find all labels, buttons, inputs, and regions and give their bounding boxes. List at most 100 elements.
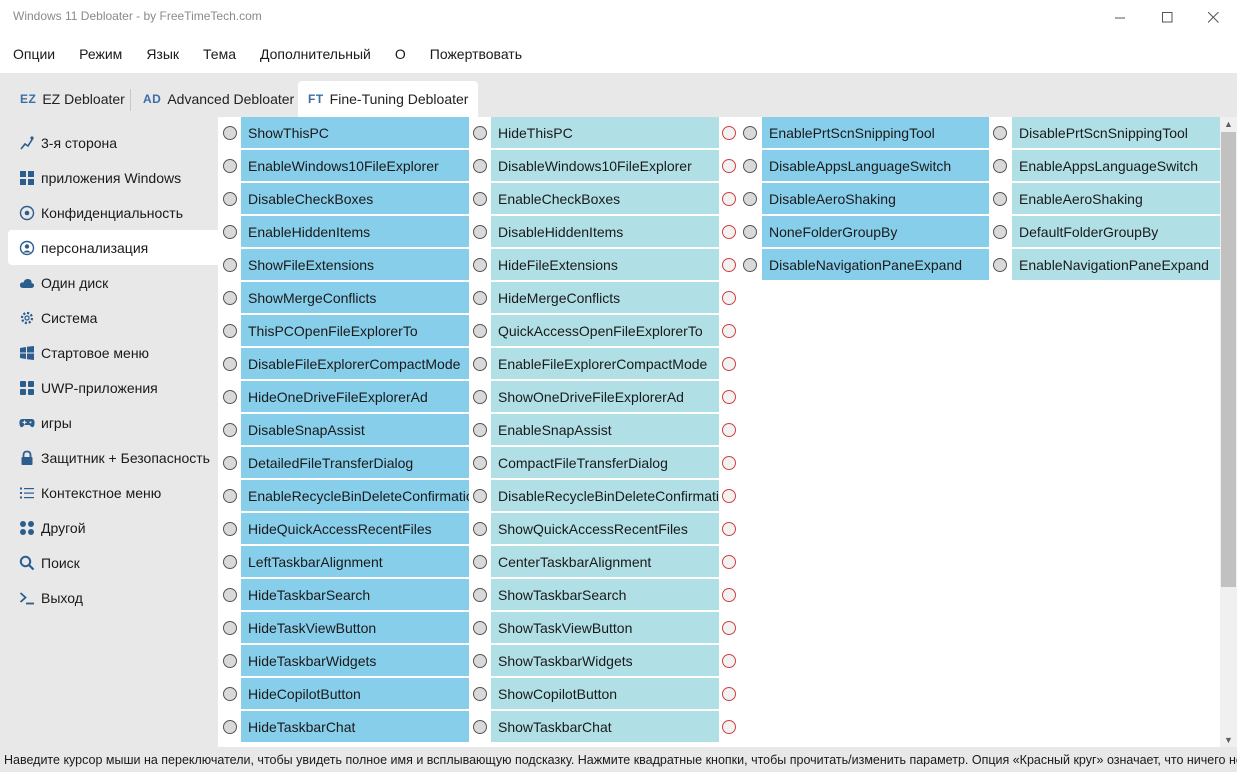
radio-none-selected[interactable] — [722, 654, 736, 668]
sidebar-item-third-party[interactable]: 3-я сторона — [8, 125, 218, 160]
radio-disable[interactable] — [473, 489, 487, 503]
radio-disable[interactable] — [473, 456, 487, 470]
sidebar-item-personalization[interactable]: персонализация — [8, 230, 218, 265]
tweak-button-on[interactable]: HideCopilotButton — [241, 678, 469, 709]
radio-disable[interactable] — [473, 588, 487, 602]
menu-options[interactable]: Опции — [13, 46, 55, 62]
tweak-button-on[interactable]: LeftTaskbarAlignment — [241, 546, 469, 577]
tweak-button-on[interactable]: DisableFileExplorerCompactMode — [241, 348, 469, 379]
tweak-button-off[interactable]: EnableNavigationPaneExpand — [1012, 249, 1220, 280]
tweak-button-off[interactable]: DisableRecycleBinDeleteConfirmation — [491, 480, 719, 511]
tweak-button-on[interactable]: NoneFolderGroupBy — [762, 216, 989, 247]
tweak-button-off[interactable]: ShowCopilotButton — [491, 678, 719, 709]
radio-none-selected[interactable] — [722, 720, 736, 734]
sidebar-item-start-menu[interactable]: Стартовое меню — [8, 335, 218, 370]
radio-disable[interactable] — [993, 225, 1007, 239]
radio-none-selected[interactable] — [722, 588, 736, 602]
tweak-button-off[interactable]: EnableFileExplorerCompactMode — [491, 348, 719, 379]
radio-none-selected[interactable] — [722, 390, 736, 404]
sidebar-item-onedrive[interactable]: Один диск — [8, 265, 218, 300]
tweak-button-off[interactable]: HideMergeConflicts — [491, 282, 719, 313]
tab-advanced-debloater[interactable]: AD Advanced Debloater — [133, 81, 304, 117]
radio-disable[interactable] — [993, 126, 1007, 140]
radio-enable[interactable] — [223, 291, 237, 305]
tweak-button-off[interactable]: ShowTaskViewButton — [491, 612, 719, 643]
maximize-icon[interactable] — [1144, 0, 1190, 34]
radio-enable[interactable] — [223, 489, 237, 503]
radio-disable[interactable] — [993, 258, 1007, 272]
tweak-button-on[interactable]: DisableAppsLanguageSwitch — [762, 150, 989, 181]
tweak-button-on[interactable]: DisableAeroShaking — [762, 183, 989, 214]
radio-enable[interactable] — [743, 126, 757, 140]
radio-none-selected[interactable] — [722, 687, 736, 701]
radio-enable[interactable] — [223, 456, 237, 470]
radio-disable[interactable] — [473, 654, 487, 668]
radio-enable[interactable] — [223, 687, 237, 701]
tweak-button-off[interactable]: ShowTaskbarWidgets — [491, 645, 719, 676]
tweak-button-off[interactable]: ShowTaskbarSearch — [491, 579, 719, 610]
menu-about[interactable]: О — [395, 46, 406, 62]
radio-disable[interactable] — [473, 324, 487, 338]
tweak-button-off[interactable]: EnableAeroShaking — [1012, 183, 1220, 214]
sidebar-item-other[interactable]: Другой — [8, 510, 218, 545]
radio-enable[interactable] — [223, 654, 237, 668]
tweak-button-off[interactable]: CenterTaskbarAlignment — [491, 546, 719, 577]
radio-enable[interactable] — [223, 720, 237, 734]
radio-enable[interactable] — [223, 324, 237, 338]
scroll-down-icon[interactable]: ▼ — [1220, 733, 1237, 747]
tweak-button-off[interactable]: DisablePrtScnSnippingTool — [1012, 117, 1220, 148]
menu-donate[interactable]: Пожертвовать — [430, 46, 522, 62]
tweak-button-off[interactable]: ShowTaskbarChat — [491, 711, 719, 742]
radio-disable[interactable] — [473, 687, 487, 701]
sidebar-item-exit[interactable]: Выход — [8, 580, 218, 615]
sidebar-item-system[interactable]: Система — [8, 300, 218, 335]
close-icon[interactable] — [1190, 0, 1236, 34]
tweak-button-on[interactable]: EnableRecycleBinDeleteConfirmation — [241, 480, 469, 511]
sidebar-item-context-menu[interactable]: Контекстное меню — [8, 475, 218, 510]
sidebar-item-search[interactable]: Поиск — [8, 545, 218, 580]
sidebar-item-defender-security[interactable]: Защитник + Безопасность — [8, 440, 218, 475]
tweak-button-on[interactable]: HideTaskbarChat — [241, 711, 469, 742]
tweak-button-on[interactable]: DisableNavigationPaneExpand — [762, 249, 989, 280]
tweak-button-on[interactable]: DetailedFileTransferDialog — [241, 447, 469, 478]
radio-disable[interactable] — [473, 357, 487, 371]
tweak-button-on[interactable]: ShowMergeConflicts — [241, 282, 469, 313]
minimize-icon[interactable] — [1097, 0, 1143, 34]
radio-enable[interactable] — [223, 621, 237, 635]
sidebar-item-uwp-apps[interactable]: UWP-приложения — [8, 370, 218, 405]
sidebar-item-privacy[interactable]: Конфиденциальность — [8, 195, 218, 230]
tweak-button-off[interactable]: QuickAccessOpenFileExplorerTo — [491, 315, 719, 346]
tweak-button-on[interactable]: HideTaskViewButton — [241, 612, 469, 643]
radio-enable[interactable] — [223, 522, 237, 536]
radio-none-selected[interactable] — [722, 357, 736, 371]
menu-language[interactable]: Язык — [146, 46, 179, 62]
radio-enable[interactable] — [223, 588, 237, 602]
tweak-button-off[interactable]: EnableAppsLanguageSwitch — [1012, 150, 1220, 181]
tweak-button-on[interactable]: ThisPCOpenFileExplorerTo — [241, 315, 469, 346]
radio-none-selected[interactable] — [722, 489, 736, 503]
radio-disable[interactable] — [473, 522, 487, 536]
tab-fine-tuning-debloater[interactable]: FT Fine-Tuning Debloater — [298, 81, 479, 117]
vertical-scrollbar[interactable]: ▲ ▼ — [1220, 117, 1237, 747]
tweak-button-on[interactable]: HideQuickAccessRecentFiles — [241, 513, 469, 544]
sidebar-item-windows-apps[interactable]: приложения Windows — [8, 160, 218, 195]
radio-enable[interactable] — [743, 192, 757, 206]
menu-theme[interactable]: Тема — [203, 46, 236, 62]
radio-enable[interactable] — [223, 357, 237, 371]
tweak-button-off[interactable]: EnableSnapAssist — [491, 414, 719, 445]
radio-disable[interactable] — [473, 555, 487, 569]
tweak-button-off[interactable]: ShowQuickAccessRecentFiles — [491, 513, 719, 544]
menu-additional[interactable]: Дополнительный — [260, 46, 371, 62]
radio-enable[interactable] — [743, 225, 757, 239]
radio-none-selected[interactable] — [722, 456, 736, 470]
radio-enable[interactable] — [223, 555, 237, 569]
tweak-button-off[interactable]: DefaultFolderGroupBy — [1012, 216, 1220, 247]
tweak-button-on[interactable]: HideTaskbarWidgets — [241, 645, 469, 676]
radio-none-selected[interactable] — [722, 621, 736, 635]
sidebar-item-games[interactable]: игры — [8, 405, 218, 440]
scroll-up-icon[interactable]: ▲ — [1220, 117, 1237, 131]
scrollbar-thumb[interactable] — [1221, 132, 1236, 587]
tweak-button-on[interactable]: EnablePrtScnSnippingTool — [762, 117, 989, 148]
tweak-button-on[interactable]: HideTaskbarSearch — [241, 579, 469, 610]
tab-ez-debloater[interactable]: EZ EZ Debloater — [10, 81, 135, 117]
